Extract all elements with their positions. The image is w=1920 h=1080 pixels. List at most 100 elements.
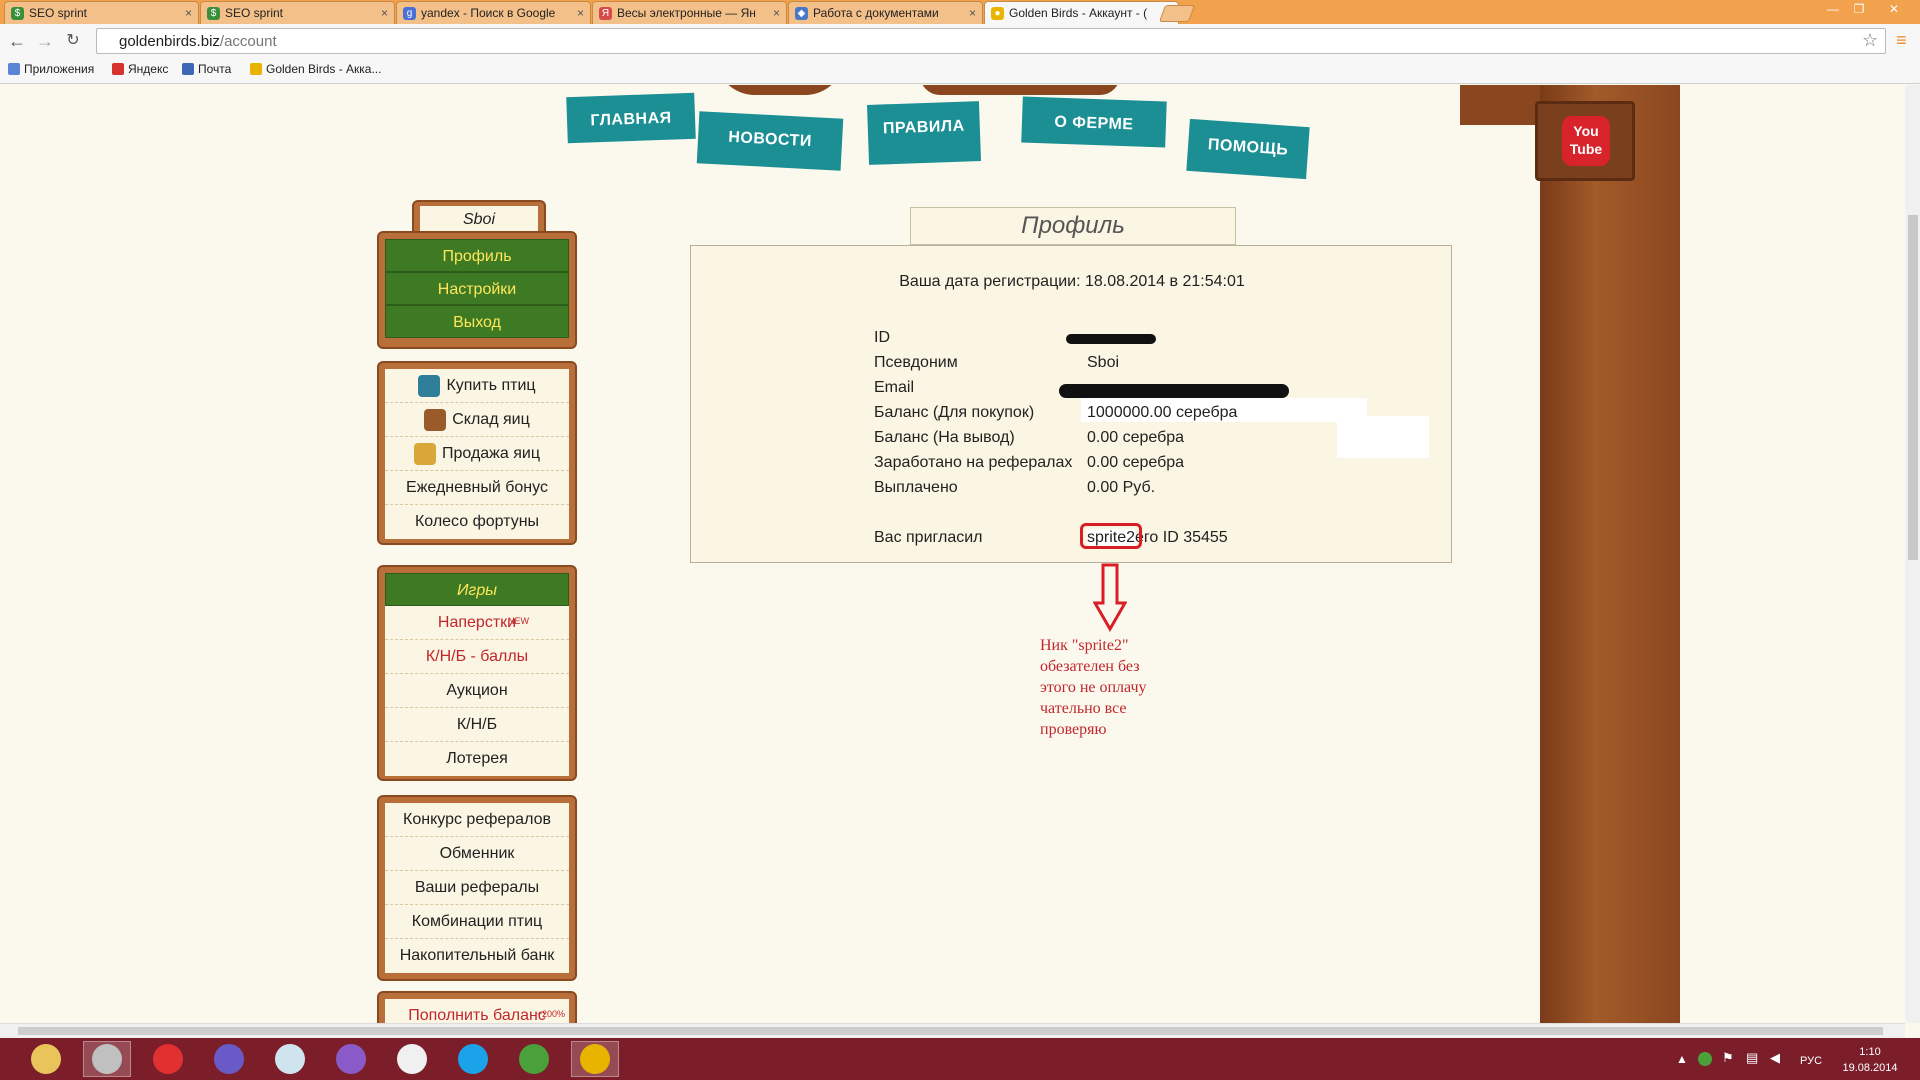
youtube-sign[interactable]: You Tube (1535, 101, 1635, 181)
tray-arrow-icon[interactable]: ▲ (1676, 1052, 1688, 1066)
redacted-email (1059, 384, 1289, 398)
taskbar-app[interactable] (327, 1041, 375, 1077)
cube-icon (275, 1044, 305, 1074)
highlight-circle (1080, 523, 1142, 549)
whiteout-patch (1337, 416, 1429, 458)
url-path: /account (219, 32, 277, 50)
system-clock[interactable]: 1:10 19.08.2014 (1830, 1044, 1910, 1076)
rps-link[interactable]: К/Н/Б (385, 708, 569, 742)
settings-link[interactable]: Настройки (385, 272, 569, 305)
box-icon (424, 408, 447, 431)
bookmark-label: Golden Birds - Акка... (266, 62, 382, 76)
profile-title: Профиль (910, 207, 1236, 245)
thimbles-link[interactable]: Наперстки NEW (385, 606, 569, 640)
lottery-link[interactable]: Лотерея (385, 742, 569, 776)
bookmark-item[interactable]: Яндекс (112, 62, 168, 76)
volume-icon[interactable]: ◀ (1770, 1050, 1780, 1066)
bookmark-star-icon[interactable]: ☆ (1862, 30, 1878, 51)
new-badge: NEW (508, 616, 529, 626)
egg-storage-link[interactable]: Склад яиц (385, 403, 569, 437)
logout-link[interactable]: Выход (385, 305, 569, 338)
tab-title: Работа с документами (813, 6, 939, 20)
tab-title: Весы электронные — Ян (617, 6, 756, 20)
bookmark-label: Яндекс (128, 62, 169, 76)
tab-favicon-icon: g (403, 6, 416, 20)
redacted-id (1066, 334, 1156, 344)
new-tab-button[interactable] (1158, 5, 1196, 22)
tab-close-icon[interactable]: × (969, 6, 976, 20)
nav-about-farm[interactable]: О ФЕРМЕ (1021, 96, 1167, 148)
browser-tab[interactable]: Я Весы электронные — Ян × (592, 1, 787, 24)
shop-panel: Купить птиц Склад яиц Продажа яиц Ежедне… (377, 361, 577, 545)
browser-tab[interactable]: ◆ Работа с документами × (788, 1, 983, 24)
branch-decoration (715, 85, 845, 95)
taskbar-app[interactable] (388, 1041, 436, 1077)
email-label: Email (874, 379, 915, 396)
restore-button[interactable]: ❐ (1846, 0, 1872, 18)
user-tab: Sboi (412, 200, 546, 234)
nav-rules[interactable]: ПРАВИЛА (866, 101, 982, 165)
taskbar-app[interactable] (83, 1041, 131, 1077)
note-line: проверяю (1040, 721, 1107, 738)
taskbar-app[interactable] (266, 1041, 314, 1077)
address-bar[interactable]: goldenbirds.biz/account (96, 28, 1886, 54)
close-window-button[interactable]: ✕ (1874, 0, 1914, 18)
nav-news[interactable]: НОВОСТИ (696, 111, 844, 171)
browser-tab[interactable]: $ SEO sprint × (200, 1, 395, 24)
taskbar-app[interactable] (22, 1041, 70, 1077)
language-indicator[interactable]: РУС (1800, 1055, 1822, 1067)
your-referrals-link[interactable]: Ваши рефералы (385, 871, 569, 905)
flag-icon[interactable]: ⚑ (1722, 1050, 1734, 1066)
topup-panel: Пополнить баланс +200% (377, 991, 577, 1023)
browser-tab[interactable]: ●Golden Birds - Аккаунт - (× (984, 1, 1179, 24)
taskbar-app[interactable] (144, 1041, 192, 1077)
bird-combinations-link[interactable]: Комбинации птиц (385, 905, 569, 939)
id-label: ID (874, 329, 890, 346)
utorrent-tray-icon[interactable] (1698, 1052, 1712, 1066)
gift-icon (153, 1044, 183, 1074)
vertical-scroll-thumb[interactable] (1908, 215, 1918, 560)
coins-icon (414, 442, 436, 465)
bookmark-item[interactable]: Golden Birds - Акка... (250, 62, 381, 76)
exchanger-link[interactable]: Обменник (385, 837, 569, 871)
registration-date: Ваша дата регистрации: 18.08.2014 в 21:5… (899, 273, 1245, 290)
savings-bank-link[interactable]: Накопительный банк (385, 939, 569, 973)
tab-close-icon[interactable]: × (185, 6, 192, 20)
clock-time: 1:10 (1859, 1046, 1881, 1058)
taskbar-app[interactable] (205, 1041, 253, 1077)
taskbar-app[interactable] (510, 1041, 558, 1077)
minimize-button[interactable]: — (1820, 0, 1846, 18)
fortune-wheel-link[interactable]: Колесо фортуны (385, 505, 569, 539)
back-icon[interactable]: ← (6, 30, 28, 52)
referral-contest-link[interactable]: Конкурс рефералов (385, 803, 569, 837)
auction-link[interactable]: Аукцион (385, 674, 569, 708)
rps-points-link[interactable]: К/Н/Б - баллы (385, 640, 569, 674)
forward-icon[interactable]: → (34, 30, 56, 52)
referral-earnings-value: 0.00 серебра (1087, 454, 1185, 471)
nav-help[interactable]: ПОМОЩЬ (1186, 118, 1310, 180)
browser-tab[interactable]: $ SEO sprint × (4, 1, 199, 24)
nav-home[interactable]: ГЛАВНАЯ (566, 92, 696, 144)
horizontal-scroll-thumb[interactable] (18, 1027, 1883, 1035)
topup-link[interactable]: Пополнить баланс +200% (385, 999, 569, 1023)
taskbar-app[interactable] (571, 1041, 619, 1077)
bookmark-item[interactable]: Почта (182, 62, 231, 76)
browser-tab[interactable]: g yandex - Поиск в Google × (396, 1, 591, 24)
note-line: этого не оплачу (1040, 679, 1147, 696)
network-icon[interactable]: ▤ (1746, 1050, 1758, 1066)
balance-withdraw-value: 0.00 серебра (1087, 429, 1185, 446)
tab-favicon-icon: ◆ (795, 6, 808, 20)
menu-icon[interactable]: ≡ (1896, 30, 1907, 51)
profile-link[interactable]: Профиль (385, 239, 569, 272)
tab-close-icon[interactable]: × (577, 6, 584, 20)
tab-title: SEO sprint (225, 6, 284, 20)
buy-birds-link[interactable]: Купить птиц (385, 369, 569, 403)
tab-close-icon[interactable]: × (773, 6, 780, 20)
tab-close-icon[interactable]: × (381, 6, 388, 20)
daily-bonus-link[interactable]: Ежедневный бонус (385, 471, 569, 505)
sell-eggs-link[interactable]: Продажа яиц (385, 437, 569, 471)
tab-favicon-icon: $ (11, 6, 24, 20)
bookmark-item[interactable]: Приложения (8, 62, 94, 76)
reload-icon[interactable]: ↻ (62, 30, 84, 52)
taskbar-app[interactable] (449, 1041, 497, 1077)
